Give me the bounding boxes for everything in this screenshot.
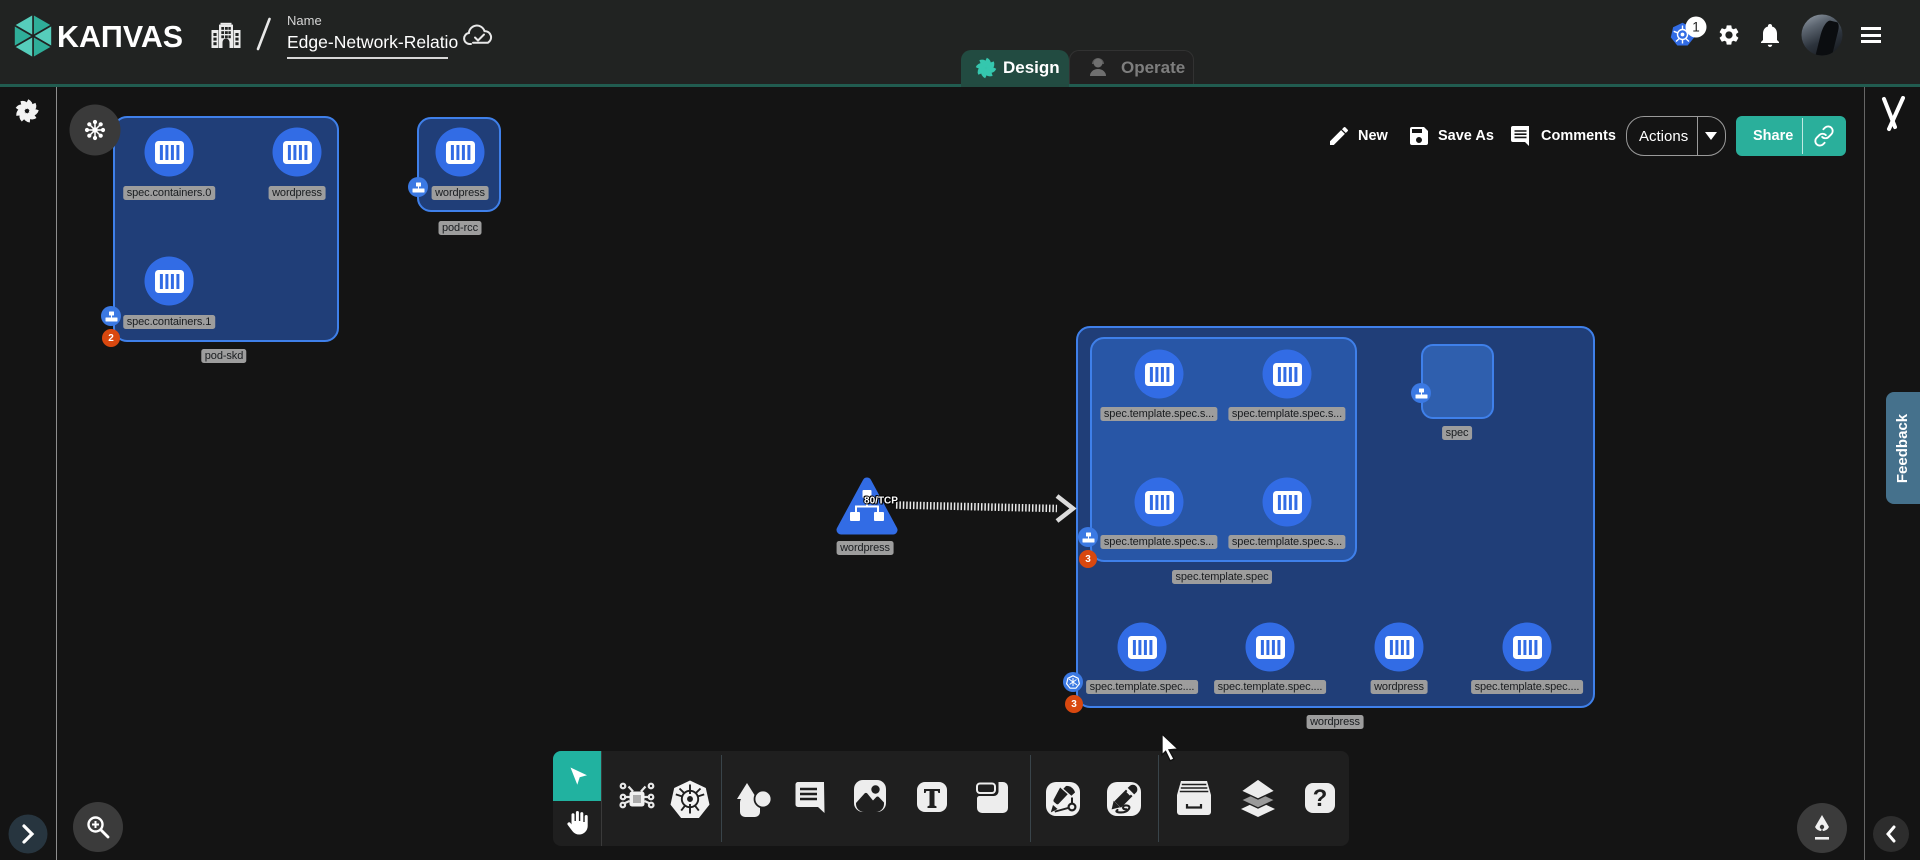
svg-text:?: ?	[1313, 785, 1328, 812]
